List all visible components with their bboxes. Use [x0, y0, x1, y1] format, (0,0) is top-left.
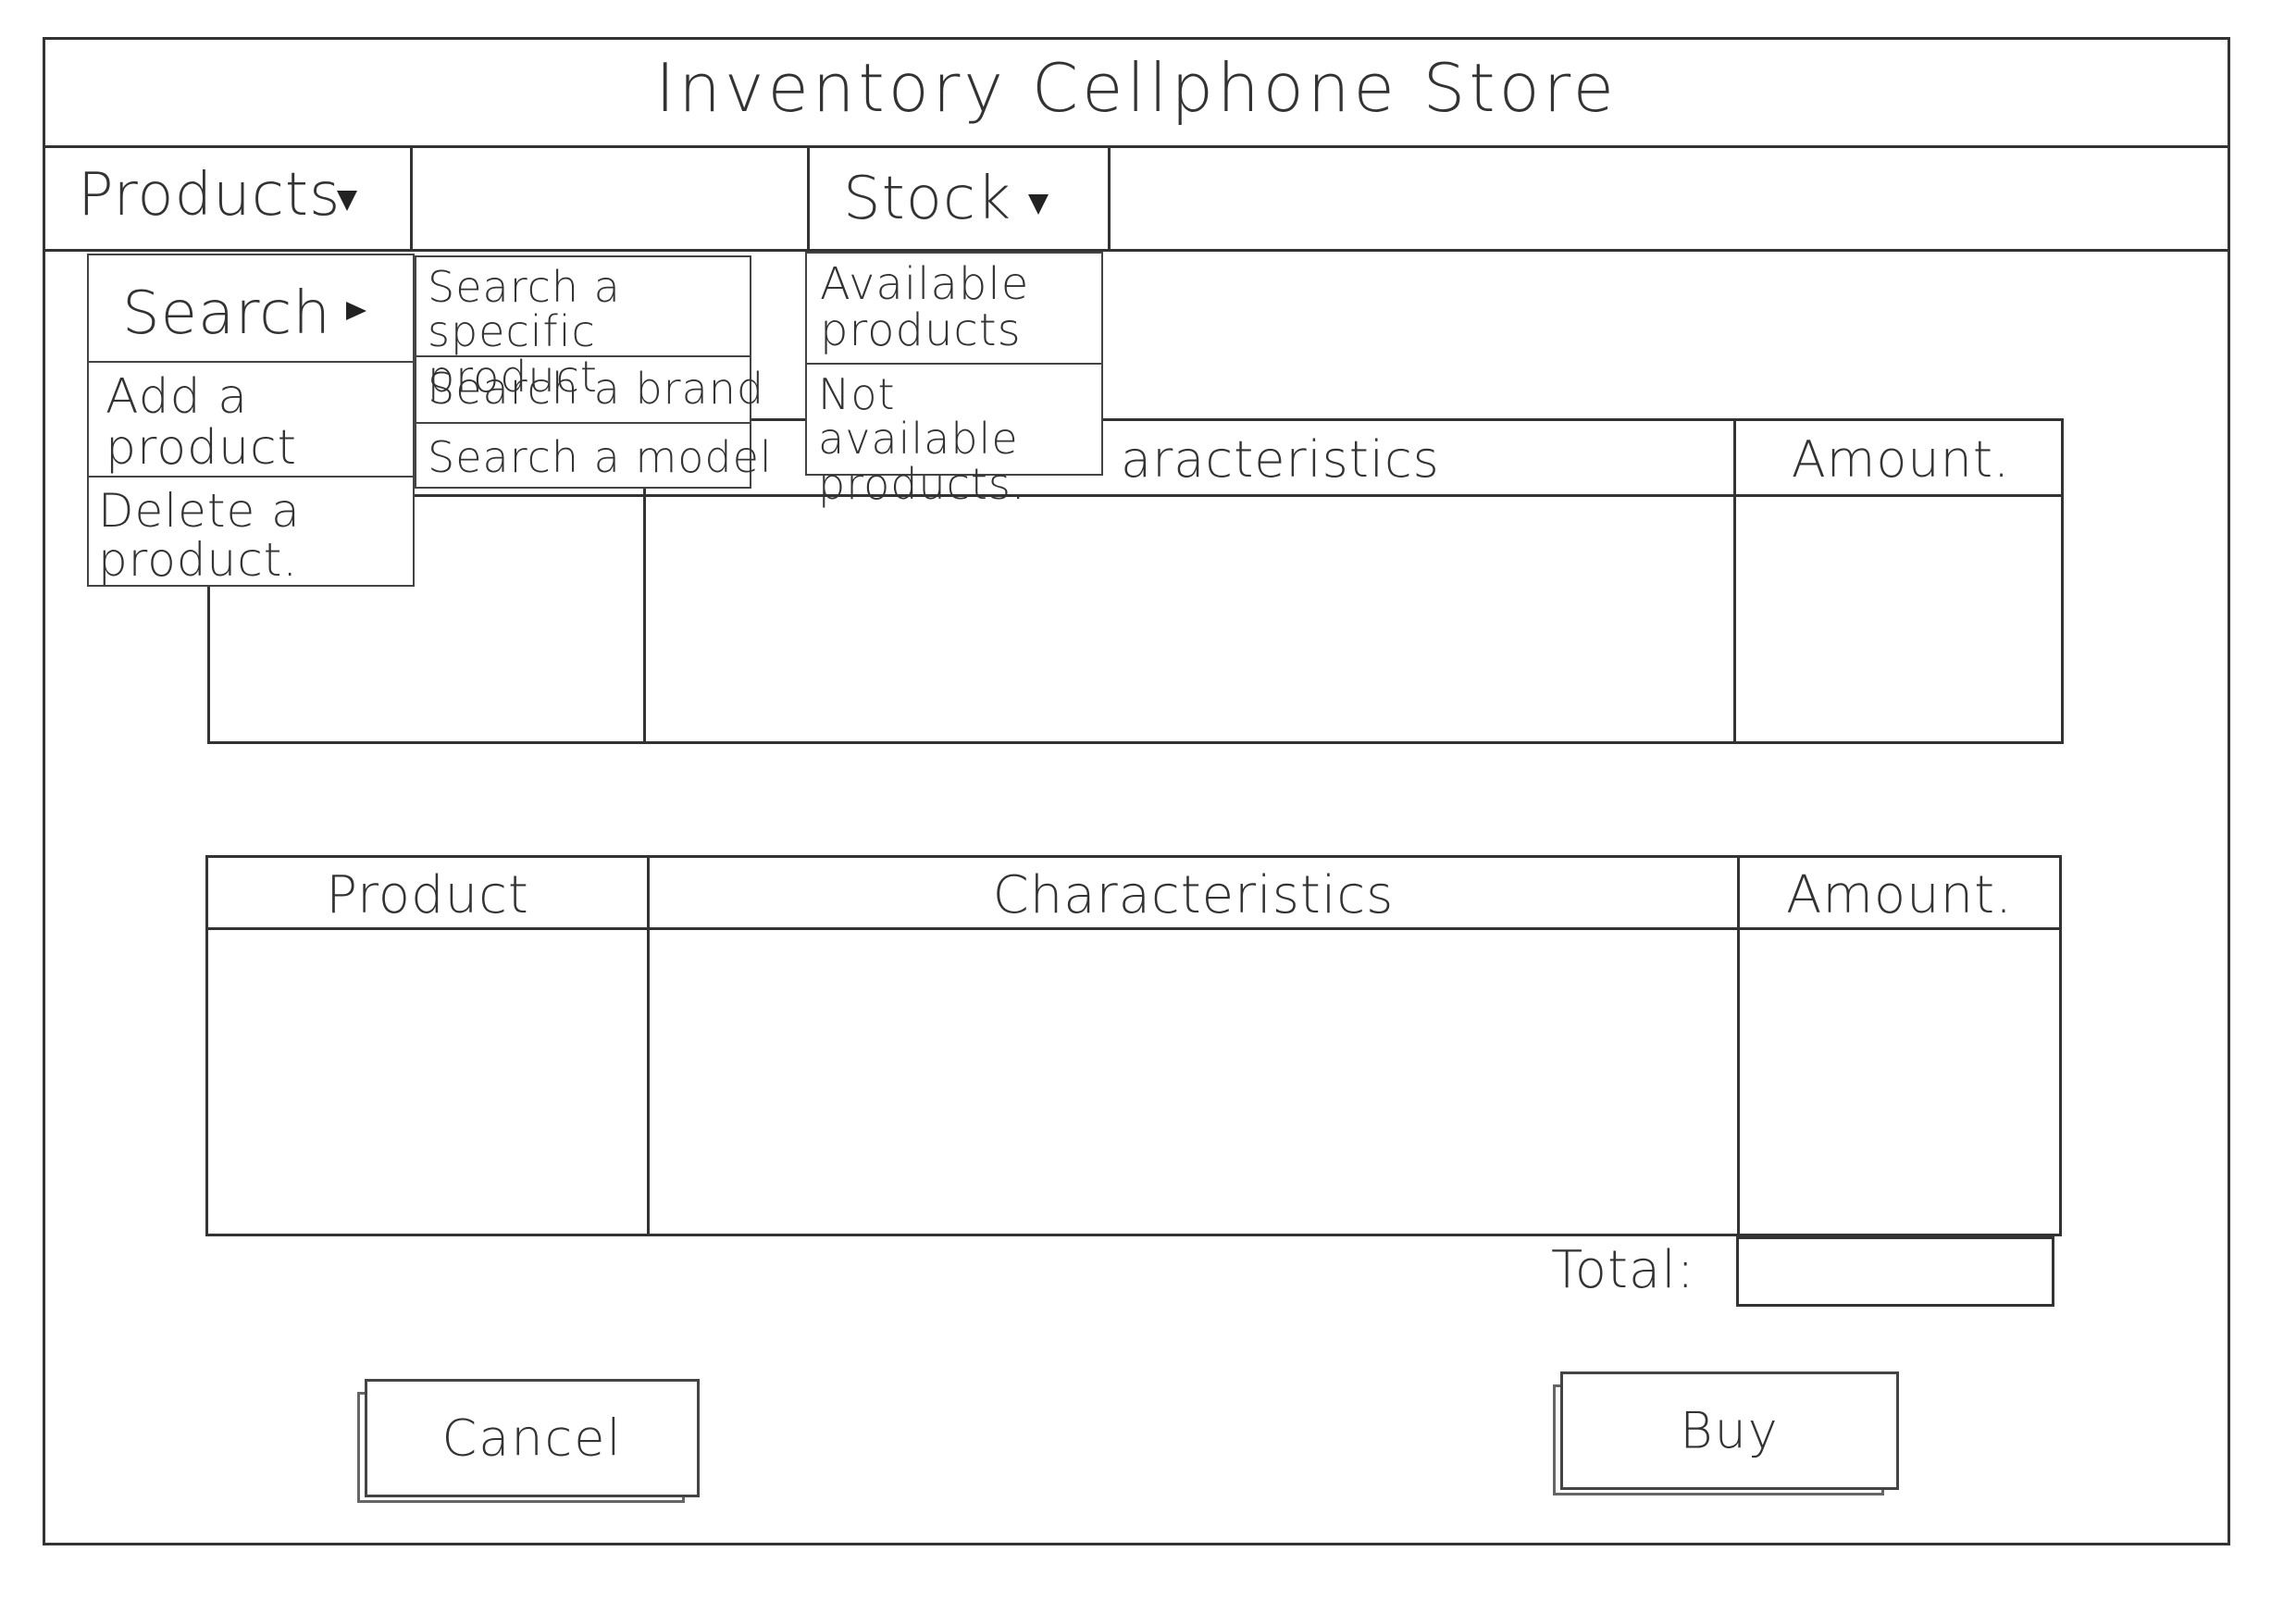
triangle-down-icon	[1028, 194, 1049, 218]
triangle-down-icon	[337, 191, 357, 215]
menu-bar-empty-segment	[413, 146, 807, 252]
cart-table: Product Characteristics Amount.	[205, 855, 2062, 1236]
total-label: Total:	[1551, 1240, 1695, 1300]
buy-button[interactable]: Buy	[1560, 1371, 1899, 1490]
menu-item-add-product-label: Add a product	[105, 369, 298, 476]
menu-item-available-products[interactable]: Available products	[807, 254, 1101, 365]
products-menu-button[interactable]: Products	[43, 146, 413, 252]
submenu-item-model-label: Search a model	[428, 432, 773, 482]
products-dropdown-menu: Search Add a product Delete a product.	[87, 254, 415, 587]
submenu-item-model[interactable]: Search a model	[416, 424, 772, 490]
menu-item-delete-product[interactable]: Delete a product.	[89, 478, 413, 585]
submenu-item-brand[interactable]: Search a brand	[416, 357, 763, 424]
total-field	[1736, 1236, 2054, 1307]
stock-menu-button[interactable]: Stock	[807, 146, 1111, 252]
menu-item-available-products-label: Available products	[820, 258, 1030, 357]
menu-item-search[interactable]: Search	[89, 255, 413, 363]
buy-button-label: Buy	[1680, 1401, 1780, 1460]
inventory-header-amount: Amount.	[1791, 430, 2011, 489]
cancel-button[interactable]: Cancel	[365, 1379, 700, 1497]
window-title: Inventory Cellphone Store	[655, 49, 1618, 127]
cancel-button-label: Cancel	[441, 1409, 623, 1468]
triangle-right-icon	[346, 302, 366, 324]
cart-header-characteristics: Characteristics	[992, 865, 1395, 925]
inventory-col-divider-2	[1733, 421, 1736, 741]
menu-item-add-product[interactable]: Add a product	[89, 363, 413, 478]
menu-item-not-available-products[interactable]: Not available products.	[807, 365, 1101, 506]
menu-item-search-label: Search	[122, 279, 331, 348]
cart-header-product: Product	[326, 865, 529, 925]
menu-item-not-available-products-label: Not available products.	[818, 369, 1026, 509]
submenu-item-brand-label: Search a brand	[428, 364, 765, 414]
submenu-item-specific-product[interactable]: Search a specific product	[416, 257, 750, 399]
search-submenu: Search a specific product Search a brand…	[415, 255, 772, 490]
cart-header-amount: Amount.	[1786, 865, 2013, 925]
products-menu-label: Products	[78, 161, 341, 230]
stock-menu-label: Stock	[843, 165, 1012, 233]
stock-dropdown-menu: Available products Not available product…	[805, 252, 1103, 506]
menu-item-delete-product-label: Delete a product.	[98, 484, 301, 587]
inventory-header-characteristics: aracteristics	[1121, 430, 1440, 489]
